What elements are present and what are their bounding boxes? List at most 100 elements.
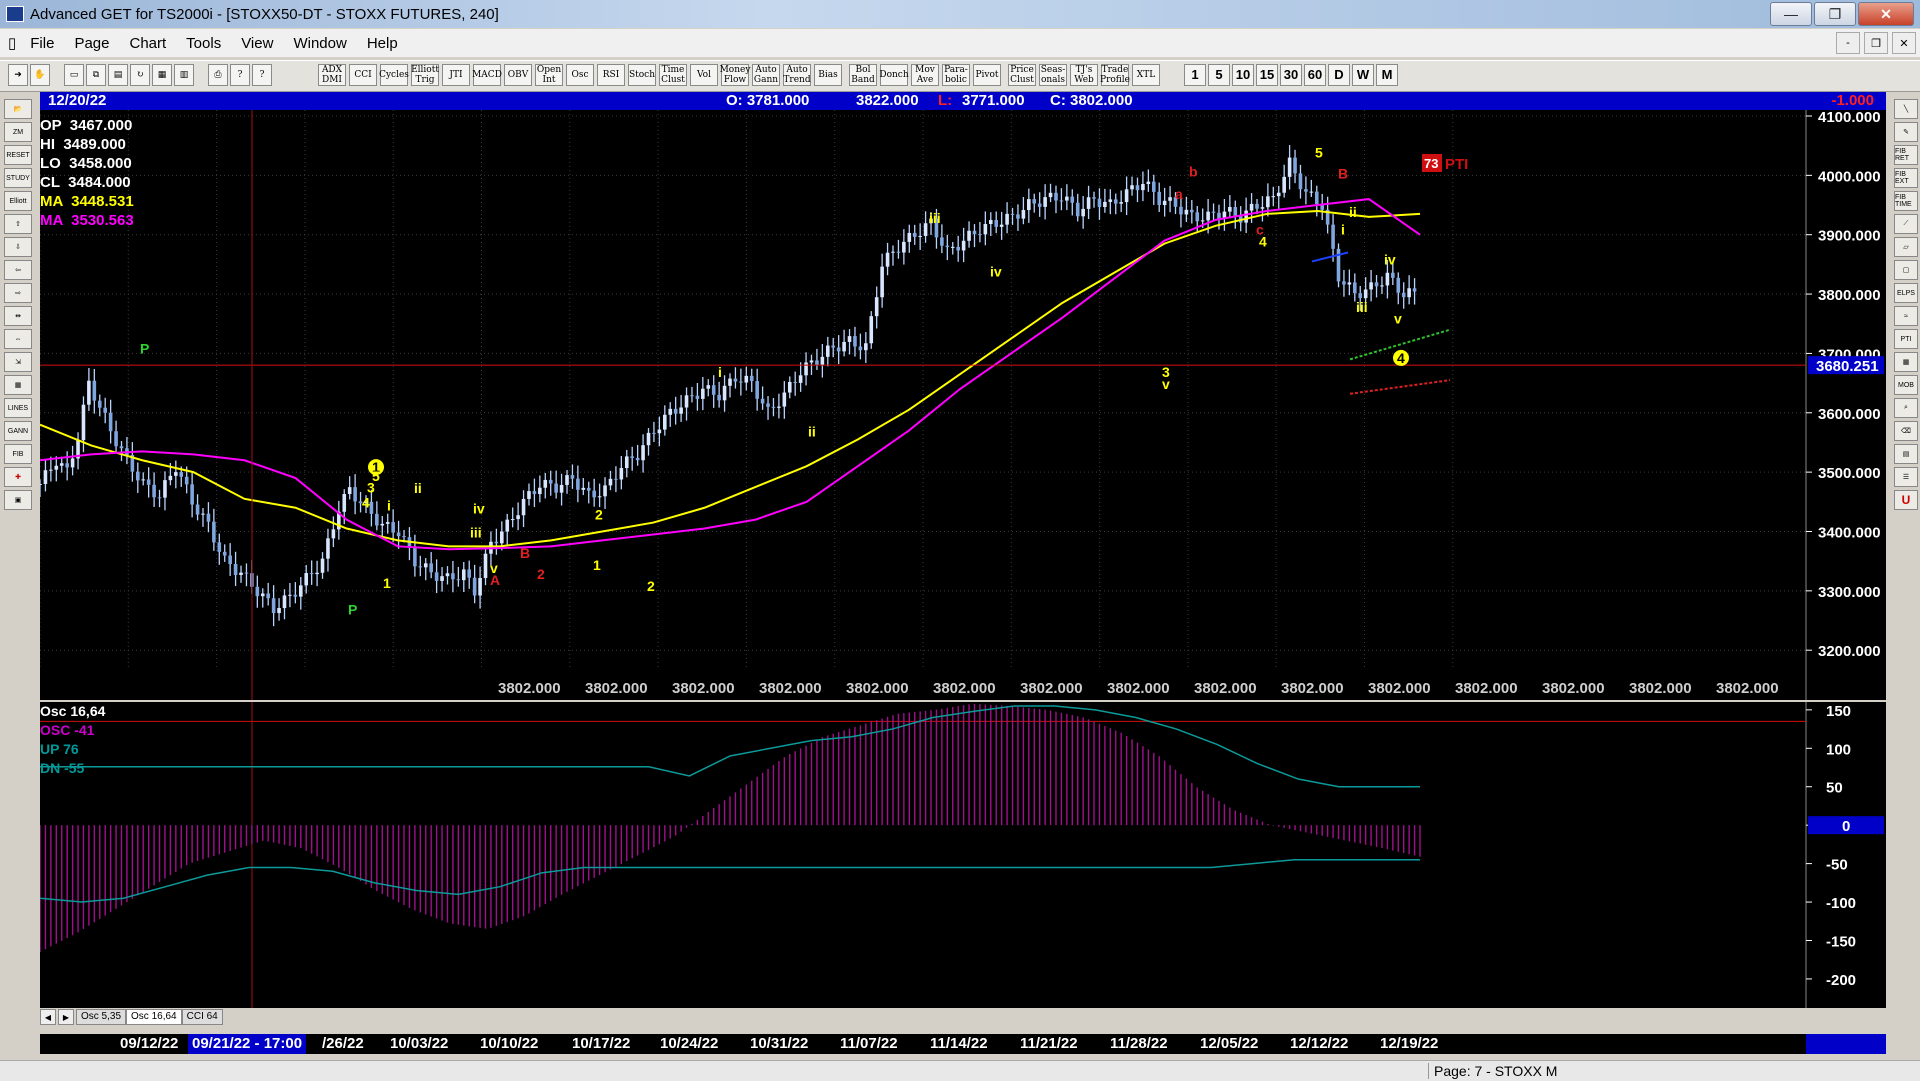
study-button[interactable]: Elliott Trig [411,64,439,86]
ruler-icon[interactable]: ▤ [1894,444,1918,464]
study-button[interactable]: Cycles [379,64,409,86]
study-button[interactable]: Para-bolic [942,64,970,86]
menu-chart[interactable]: Chart [119,35,176,52]
magnify-icon[interactable]: ⌕ [1894,398,1918,418]
list-icon[interactable]: ☰ [1894,467,1918,487]
crosshair-icon[interactable]: ✚ [4,467,32,487]
new-page-icon[interactable]: ▭ [64,64,84,86]
maximize-button[interactable]: ❐ [1814,2,1856,26]
oscillator-chart[interactable]: 150 100 50 0 -50 -100 -150 -200 Osc 16,64 OSC -4… [40,702,1886,1008]
study-button[interactable]: Stoch [628,64,656,86]
timeframe-button[interactable]: 1 [1184,64,1206,86]
timeframe-button[interactable]: W [1352,64,1374,86]
pencil-icon[interactable]: ✎ [1894,122,1918,142]
grid-icon[interactable]: ▦ [4,375,32,395]
eraser-icon[interactable]: ⌫ [1894,421,1918,441]
timeframe-button[interactable]: 5 [1208,64,1230,86]
timeframe-button[interactable]: D [1328,64,1350,86]
menu-file[interactable]: File [20,35,64,52]
arrow-left-icon[interactable]: ⇦ [4,260,32,280]
tab-scroll-left-icon[interactable]: ◀ [40,1009,56,1025]
menu-page[interactable]: Page [64,35,119,52]
context-help-icon[interactable]: ? [252,64,272,86]
wave-icon[interactable]: ≈ [1894,306,1918,326]
copy-icon[interactable]: ⧉ [86,64,106,86]
fib-time-icon[interactable]: FIB TIME [1894,191,1918,211]
elliott-icon[interactable]: Elliott [4,191,32,211]
refresh-icon[interactable]: ↻ [130,64,150,86]
study-button[interactable]: Bias [814,64,842,86]
arrow-up-icon[interactable]: ⇧ [4,214,32,234]
document-icon[interactable]: ▯ [0,34,20,52]
tab-scroll-right-icon[interactable]: ▶ [58,1009,74,1025]
menu-tools[interactable]: Tools [176,35,231,52]
open-icon[interactable]: 📂 [4,99,32,119]
pti-icon[interactable]: PTI [1894,329,1918,349]
tab-osc-5-35[interactable]: Osc 5,35 [76,1009,127,1025]
fan-icon[interactable]: ⟋ [1894,214,1918,234]
box-icon[interactable]: ▢ [1894,260,1918,280]
timeframe-button[interactable]: M [1376,64,1398,86]
study-button[interactable]: Donch [879,64,909,86]
study-button[interactable]: RSI [597,64,625,86]
study-button[interactable]: ADX DMI [318,64,346,86]
zoom-icon[interactable]: ZM [4,122,32,142]
trendline-icon[interactable]: ╲ [1894,99,1918,119]
study-button[interactable]: Money Flow [720,64,750,86]
study-button[interactable]: Trade Profile [1100,64,1130,86]
study-button[interactable]: Open Int [535,64,563,86]
study-button[interactable]: Price Clust [1008,64,1036,86]
lines-icon[interactable]: LINES [4,398,32,418]
save-icon[interactable]: ▣ [4,490,32,510]
arrow-right-icon[interactable]: ⇨ [4,283,32,303]
tab-osc-16-64[interactable]: Osc 16,64 [126,1009,182,1025]
timeframe-button[interactable]: 10 [1232,64,1254,86]
fib-ext-icon[interactable]: FIB EXT [1894,168,1918,188]
mdi-close-button[interactable]: ✕ [1892,32,1916,54]
gann-icon[interactable]: GANN [4,421,32,441]
study-button[interactable]: Time Clust [659,64,687,86]
mdi-restore-button[interactable]: ❐ [1864,32,1888,54]
help-icon[interactable]: ? [230,64,250,86]
study-button[interactable]: Seas-onals [1039,64,1067,86]
tab-cci-64[interactable]: CCI 64 [181,1009,223,1025]
study-button[interactable]: MACD [472,64,502,86]
study-button[interactable]: Auto Gann [752,64,780,86]
arrow-down-icon[interactable]: ⇩ [4,237,32,257]
print-icon[interactable]: ⎙ [208,64,228,86]
grid-small-icon[interactable]: ▦ [1894,352,1918,372]
ellipse-icon[interactable]: ELPS [1894,283,1918,303]
timeframe-button[interactable]: 15 [1256,64,1278,86]
study-button[interactable]: Mov Ave [911,64,939,86]
study-button[interactable]: Bol Band [849,64,877,86]
price-chart[interactable]: 3200.000 3300.000 3400.000 3500.000 3600.000… [40,110,1886,700]
minimize-button[interactable]: — [1770,2,1812,26]
study-button[interactable]: Pivot [973,64,1001,86]
channel-icon[interactable]: ▱ [1894,237,1918,257]
fib-icon[interactable]: FIB [4,444,32,464]
mob-icon[interactable]: MOB [1894,375,1918,395]
fib-ret-icon[interactable]: FIB RET [1894,145,1918,165]
pan-icon[interactable]: ✋ [30,64,50,86]
compress-icon[interactable]: ⇹ [4,306,32,326]
menu-window[interactable]: Window [283,35,356,52]
mdi-minimize-button[interactable]: - [1836,32,1860,54]
undo-icon[interactable]: U [1894,490,1918,510]
pointer-icon[interactable]: ➜ [8,64,28,86]
expand-icon[interactable]: ⇔ [4,329,32,349]
menu-view[interactable]: View [231,35,283,52]
study-button[interactable]: Auto Trend [783,64,811,86]
close-button[interactable]: ✕ [1858,2,1914,26]
study-button[interactable]: OBV [504,64,532,86]
study-button[interactable]: Osc [566,64,594,86]
reset-icon[interactable]: RESET [4,145,32,165]
layout-icon[interactable]: ▥ [174,64,194,86]
study-button[interactable]: JTI [442,64,470,86]
menu-help[interactable]: Help [357,35,408,52]
study-button[interactable]: XTL [1132,64,1160,86]
shrink-icon[interactable]: ⇲ [4,352,32,372]
chart-icon[interactable]: ▤ [108,64,128,86]
study-icon[interactable]: STUDY [4,168,32,188]
timeframe-button[interactable]: 30 [1280,64,1302,86]
study-button[interactable]: CCI [349,64,377,86]
